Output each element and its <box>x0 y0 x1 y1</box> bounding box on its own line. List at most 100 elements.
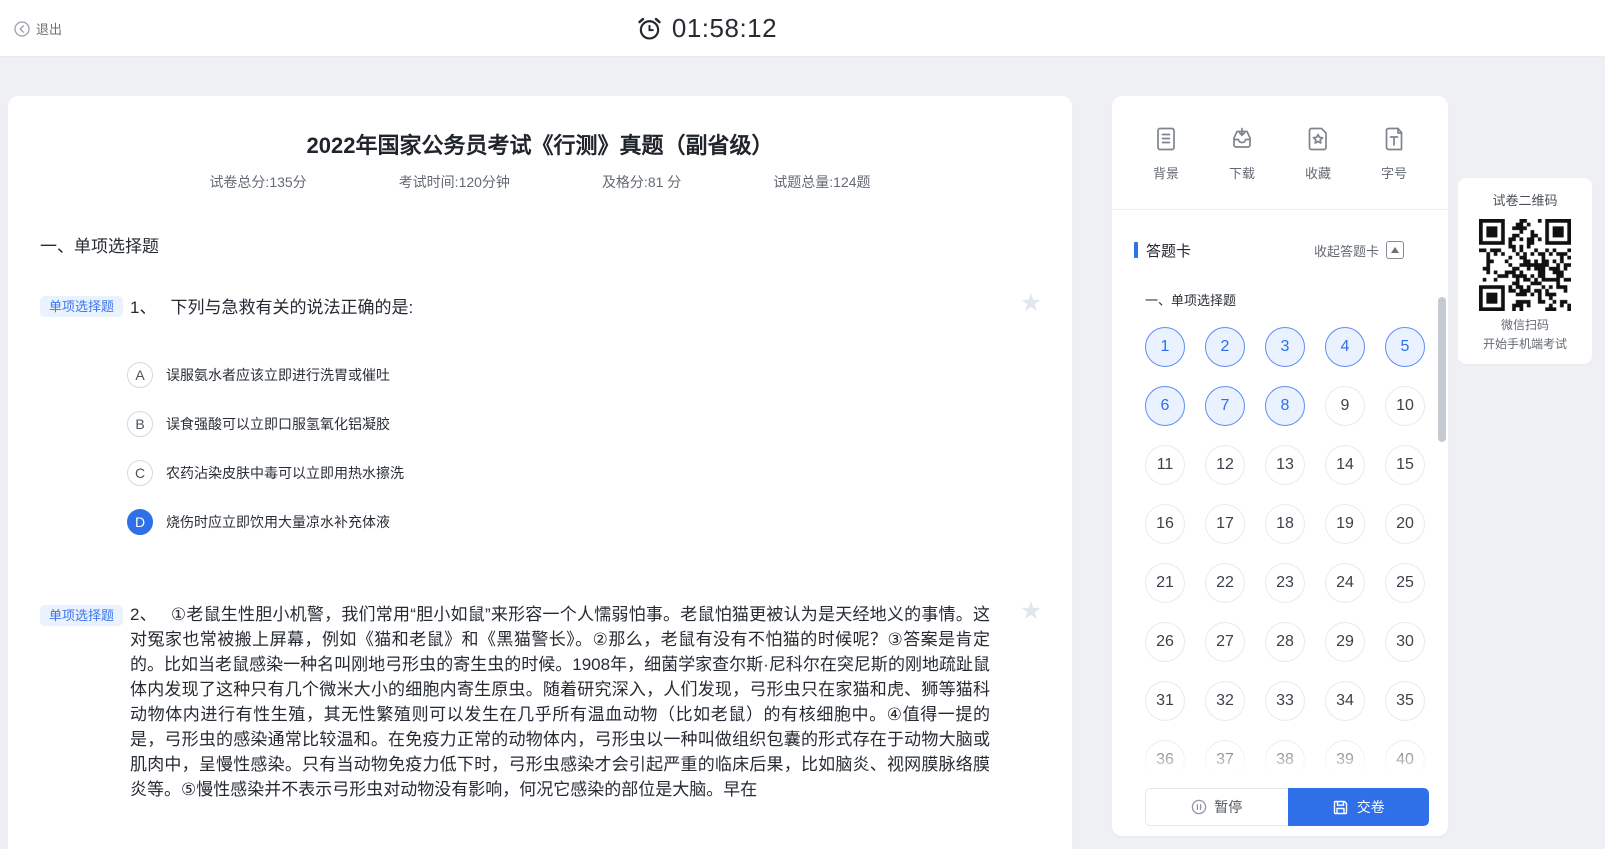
answer-card-number-28[interactable]: 28 <box>1265 622 1305 662</box>
toolbar-item-favorite[interactable]: 收藏 <box>1294 124 1342 182</box>
collapse-label: 收起答题卡 <box>1314 241 1379 260</box>
answer-card-number-3[interactable]: 3 <box>1265 327 1305 367</box>
qr-panel: 试卷二维码 微信扫码 开始手机端考试 <box>1458 178 1592 364</box>
toolbar-item-font-size[interactable]: 字号 <box>1370 124 1418 182</box>
section-heading: 一、单项选择题 <box>40 232 159 257</box>
answer-card-number-4[interactable]: 4 <box>1325 327 1365 367</box>
option-C[interactable]: C 农药沾染皮肤中毒可以立即用热水擦洗 <box>127 460 404 486</box>
answer-card-number-40[interactable]: 40 <box>1385 740 1425 780</box>
option-letter: C <box>127 460 153 486</box>
answer-card-number-23[interactable]: 23 <box>1265 563 1305 603</box>
answer-card-number-1[interactable]: 1 <box>1145 327 1185 367</box>
answer-card-number-13[interactable]: 13 <box>1265 445 1305 485</box>
qr-hint-line1: 微信扫码 <box>1458 316 1592 335</box>
alarm-clock-icon <box>636 15 663 42</box>
answer-card-number-8[interactable]: 8 <box>1265 386 1305 426</box>
question-1-options: A误服氨水者应该立即进行洗胃或催吐 B误食强酸可以立即口服氢氧化铝凝胶 C 农药沾染皮… <box>127 362 404 558</box>
answer-card-number-20[interactable]: 20 <box>1385 504 1425 544</box>
answer-card-number-30[interactable]: 30 <box>1385 622 1425 662</box>
answer-card-number-19[interactable]: 19 <box>1325 504 1365 544</box>
timer-value: 01:58:12 <box>672 13 777 44</box>
toolbar-item-download[interactable]: 下载 <box>1218 124 1266 182</box>
answer-card-number-26[interactable]: 26 <box>1145 622 1185 662</box>
answer-card-number-11[interactable]: 11 <box>1145 445 1185 485</box>
answer-card-number-33[interactable]: 33 <box>1265 681 1305 721</box>
paper-card: 2022年国家公务员考试《行测》真题（副省级） 试卷总分:135分 考试时间:1… <box>8 96 1072 849</box>
answer-card-number-2[interactable]: 2 <box>1205 327 1245 367</box>
option-text: 烧伤时应立即饮用大量凉水补充体液 <box>166 512 390 532</box>
toolbar-label-background: 背景 <box>1153 163 1179 182</box>
exam-timer: 01:58:12 <box>0 0 1413 57</box>
answer-card-number-36[interactable]: 36 <box>1145 740 1185 780</box>
option-D[interactable]: D烧伤时应立即饮用大量凉水补充体液 <box>127 509 404 535</box>
stat-pass-score: 及格分:81 分 <box>602 172 681 192</box>
answer-card-number-7[interactable]: 7 <box>1205 386 1245 426</box>
question-2-favorite-star-icon[interactable]: ★ <box>1016 598 1046 624</box>
answer-card-number-16[interactable]: 16 <box>1145 504 1185 544</box>
question-1-favorite-star-icon[interactable]: ★ <box>1016 290 1046 316</box>
option-B[interactable]: B误食强酸可以立即口服氢氧化铝凝胶 <box>127 411 404 437</box>
background-icon <box>1151 124 1181 154</box>
exam-side-panel: 背景 下载 收藏 字号 答题卡 收起答题卡 <box>1112 96 1448 836</box>
answer-card-number-24[interactable]: 24 <box>1325 563 1365 603</box>
toolbar-item-background[interactable]: 背景 <box>1142 124 1190 182</box>
toolbar-label-font-size: 字号 <box>1381 163 1407 182</box>
answer-card-number-6[interactable]: 6 <box>1145 386 1185 426</box>
answer-card-number-17[interactable]: 17 <box>1205 504 1245 544</box>
paper-stats: 试卷总分:135分 考试时间:120分钟 及格分:81 分 试题总量:124题 <box>8 172 1072 192</box>
answer-card-number-5[interactable]: 5 <box>1385 327 1425 367</box>
stat-question-count: 试题总量:124题 <box>773 172 870 192</box>
top-bar: 退出 01:58:12 <box>0 0 1605 57</box>
collapse-up-icon <box>1386 241 1404 259</box>
option-text: 误食强酸可以立即口服氢氧化铝凝胶 <box>166 414 390 434</box>
answer-card-number-10[interactable]: 10 <box>1385 386 1425 426</box>
question-1-stem: 下列与急救有关的说法正确的是: <box>170 298 413 317</box>
submit-button[interactable]: 交卷 <box>1288 788 1430 826</box>
toolbar-label-favorite: 收藏 <box>1305 163 1331 182</box>
qr-hint: 微信扫码 开始手机端考试 <box>1458 316 1592 354</box>
paper-qr-code <box>1479 219 1571 311</box>
question-2-number: 2、 <box>130 605 157 624</box>
answer-card-number-37[interactable]: 37 <box>1205 740 1245 780</box>
pause-icon <box>1191 799 1207 815</box>
pause-label: 暂停 <box>1214 797 1242 817</box>
answer-card-number-14[interactable]: 14 <box>1325 445 1365 485</box>
answer-card-number-35[interactable]: 35 <box>1385 681 1425 721</box>
answer-card-number-18[interactable]: 18 <box>1265 504 1305 544</box>
question-2-stem: ①老鼠生性胆小机警，我们常用“胆小如鼠”来形容一个人懦弱怕事。老鼠怕猫更被认为是… <box>130 605 990 799</box>
question-1-text: 1、下列与急救有关的说法正确的是: <box>130 296 982 319</box>
answer-card-number-21[interactable]: 21 <box>1145 563 1185 603</box>
answer-card-scrollbar[interactable] <box>1438 297 1446 442</box>
answer-card-number-22[interactable]: 22 <box>1205 563 1245 603</box>
toolbar: 背景 下载 收藏 字号 <box>1112 96 1448 210</box>
qr-hint-line2: 开始手机端考试 <box>1458 335 1592 354</box>
save-icon <box>1332 799 1349 816</box>
answer-card-number-32[interactable]: 32 <box>1205 681 1245 721</box>
question-2-text: 2、①老鼠生性胆小机警，我们常用“胆小如鼠”来形容一个人懦弱怕事。老鼠怕猫更被认… <box>130 602 990 802</box>
answer-card-number-9[interactable]: 9 <box>1325 386 1365 426</box>
collapse-answer-card-button[interactable]: 收起答题卡 <box>1314 241 1404 260</box>
paper-title: 2022年国家公务员考试《行测》真题（副省级） <box>8 128 1072 160</box>
toolbar-label-download: 下载 <box>1229 163 1255 182</box>
answer-card-number-34[interactable]: 34 <box>1325 681 1365 721</box>
option-letter: A <box>127 362 153 388</box>
answer-card-number-29[interactable]: 29 <box>1325 622 1365 662</box>
answer-card-number-27[interactable]: 27 <box>1205 622 1245 662</box>
answer-card-number-15[interactable]: 15 <box>1385 445 1425 485</box>
answer-card-number-25[interactable]: 25 <box>1385 563 1425 603</box>
pause-button[interactable]: 暂停 <box>1145 788 1288 826</box>
question-1-type-tag: 单项选择题 <box>40 296 123 317</box>
panel-footer: 暂停 交卷 <box>1145 788 1429 826</box>
answer-card-title: 答题卡 <box>1134 240 1191 261</box>
answer-card-number-39[interactable]: 39 <box>1325 740 1365 780</box>
answer-card-number-31[interactable]: 31 <box>1145 681 1185 721</box>
option-text: 农药沾染皮肤中毒可以立即用热水擦洗 <box>166 463 404 483</box>
question-2-type-tag: 单项选择题 <box>40 605 123 626</box>
answer-card-number-38[interactable]: 38 <box>1265 740 1305 780</box>
answer-card-number-12[interactable]: 12 <box>1205 445 1245 485</box>
question-1-number: 1、 <box>130 298 156 317</box>
download-icon <box>1227 124 1257 154</box>
exam-page: 退出 01:58:12 2022年国家公务员考试《行测》真题（副省级） 试卷总分… <box>0 0 1605 849</box>
option-A[interactable]: A误服氨水者应该立即进行洗胃或催吐 <box>127 362 404 388</box>
answer-card-number-grid: 1234567891011121314151617181920212223242… <box>1145 327 1425 788</box>
